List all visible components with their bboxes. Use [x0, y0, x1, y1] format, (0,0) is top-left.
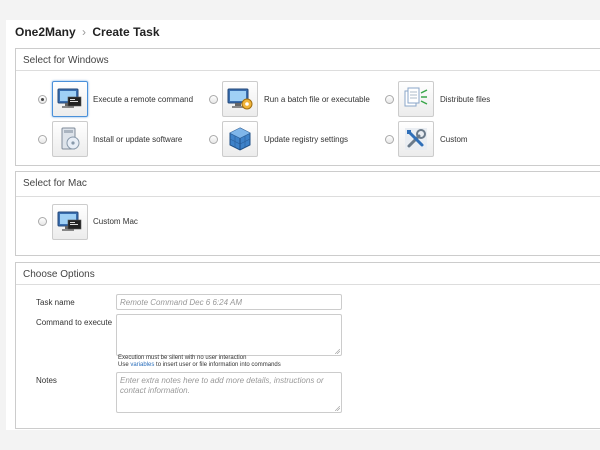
mac-panel-divider [16, 196, 600, 197]
choose-options-panel: Choose Options Task name Remote Command … [15, 262, 600, 429]
radio-custom[interactable] [385, 135, 394, 144]
registry-cube-icon[interactable] [222, 121, 258, 157]
tools-icon[interactable] [398, 121, 434, 157]
task-name-label: Task name [36, 298, 75, 307]
windows-panel-divider [16, 70, 600, 71]
option-label-update-registry[interactable]: Update registry settings [264, 135, 348, 144]
windows-panel-title: Select for Windows [23, 55, 109, 66]
windows-panel: Select for Windows Execute a remote comm… [15, 48, 600, 166]
radio-install-update-software[interactable] [38, 135, 47, 144]
option-label-distribute-files[interactable]: Distribute files [440, 95, 490, 104]
option-label-custom[interactable]: Custom [440, 135, 468, 144]
choose-options-title: Choose Options [23, 269, 95, 280]
variables-help-text: Use variables to insert user or file inf… [118, 362, 281, 369]
variables-help-suffix: to insert user or file information into … [154, 362, 281, 368]
distribute-files-icon[interactable] [398, 81, 434, 117]
resize-grip-icon[interactable] [335, 406, 340, 411]
radio-custom-mac[interactable] [38, 217, 47, 226]
variables-link[interactable]: variables [130, 362, 154, 368]
option-label-install-update-software[interactable]: Install or update software [93, 135, 182, 144]
mac-panel-title: Select for Mac [23, 178, 87, 189]
left-background-strip [0, 20, 6, 430]
bottom-background-strip [0, 430, 600, 450]
mac-panel: Select for Mac Custom Mac [15, 171, 600, 256]
choose-options-divider [16, 284, 600, 285]
notes-label: Notes [36, 376, 57, 385]
monitor-console-icon[interactable] [52, 204, 88, 240]
breadcrumb: One2Many › Create Task [15, 25, 160, 39]
breadcrumb-separator: › [82, 25, 87, 39]
monitor-console-icon[interactable] [52, 81, 88, 117]
option-label-run-batch-file[interactable]: Run a batch file or executable [264, 95, 370, 104]
variables-help-prefix: Use [118, 362, 131, 368]
option-label-execute-remote-command[interactable]: Execute a remote command [93, 95, 193, 104]
command-help-text: Execution must be silent with no user in… [118, 355, 247, 361]
notes-textarea[interactable]: Enter extra notes here to add more detai… [116, 372, 342, 413]
radio-distribute-files[interactable] [385, 95, 394, 104]
command-label: Command to execute [36, 318, 113, 327]
monitor-gear-icon[interactable] [222, 81, 258, 117]
top-background-strip [0, 0, 600, 20]
resize-grip-icon[interactable] [335, 349, 340, 354]
install-software-icon[interactable] [52, 121, 88, 157]
task-name-input[interactable]: Remote Command Dec 6 6:24 AM [116, 294, 342, 310]
page-title: Create Task [92, 25, 160, 39]
breadcrumb-parent-link[interactable]: One2Many [15, 25, 76, 39]
radio-run-batch-file[interactable] [209, 95, 218, 104]
option-label-custom-mac[interactable]: Custom Mac [93, 217, 138, 226]
radio-update-registry[interactable] [209, 135, 218, 144]
command-textarea[interactable] [116, 314, 342, 356]
radio-execute-remote-command[interactable] [38, 95, 47, 104]
